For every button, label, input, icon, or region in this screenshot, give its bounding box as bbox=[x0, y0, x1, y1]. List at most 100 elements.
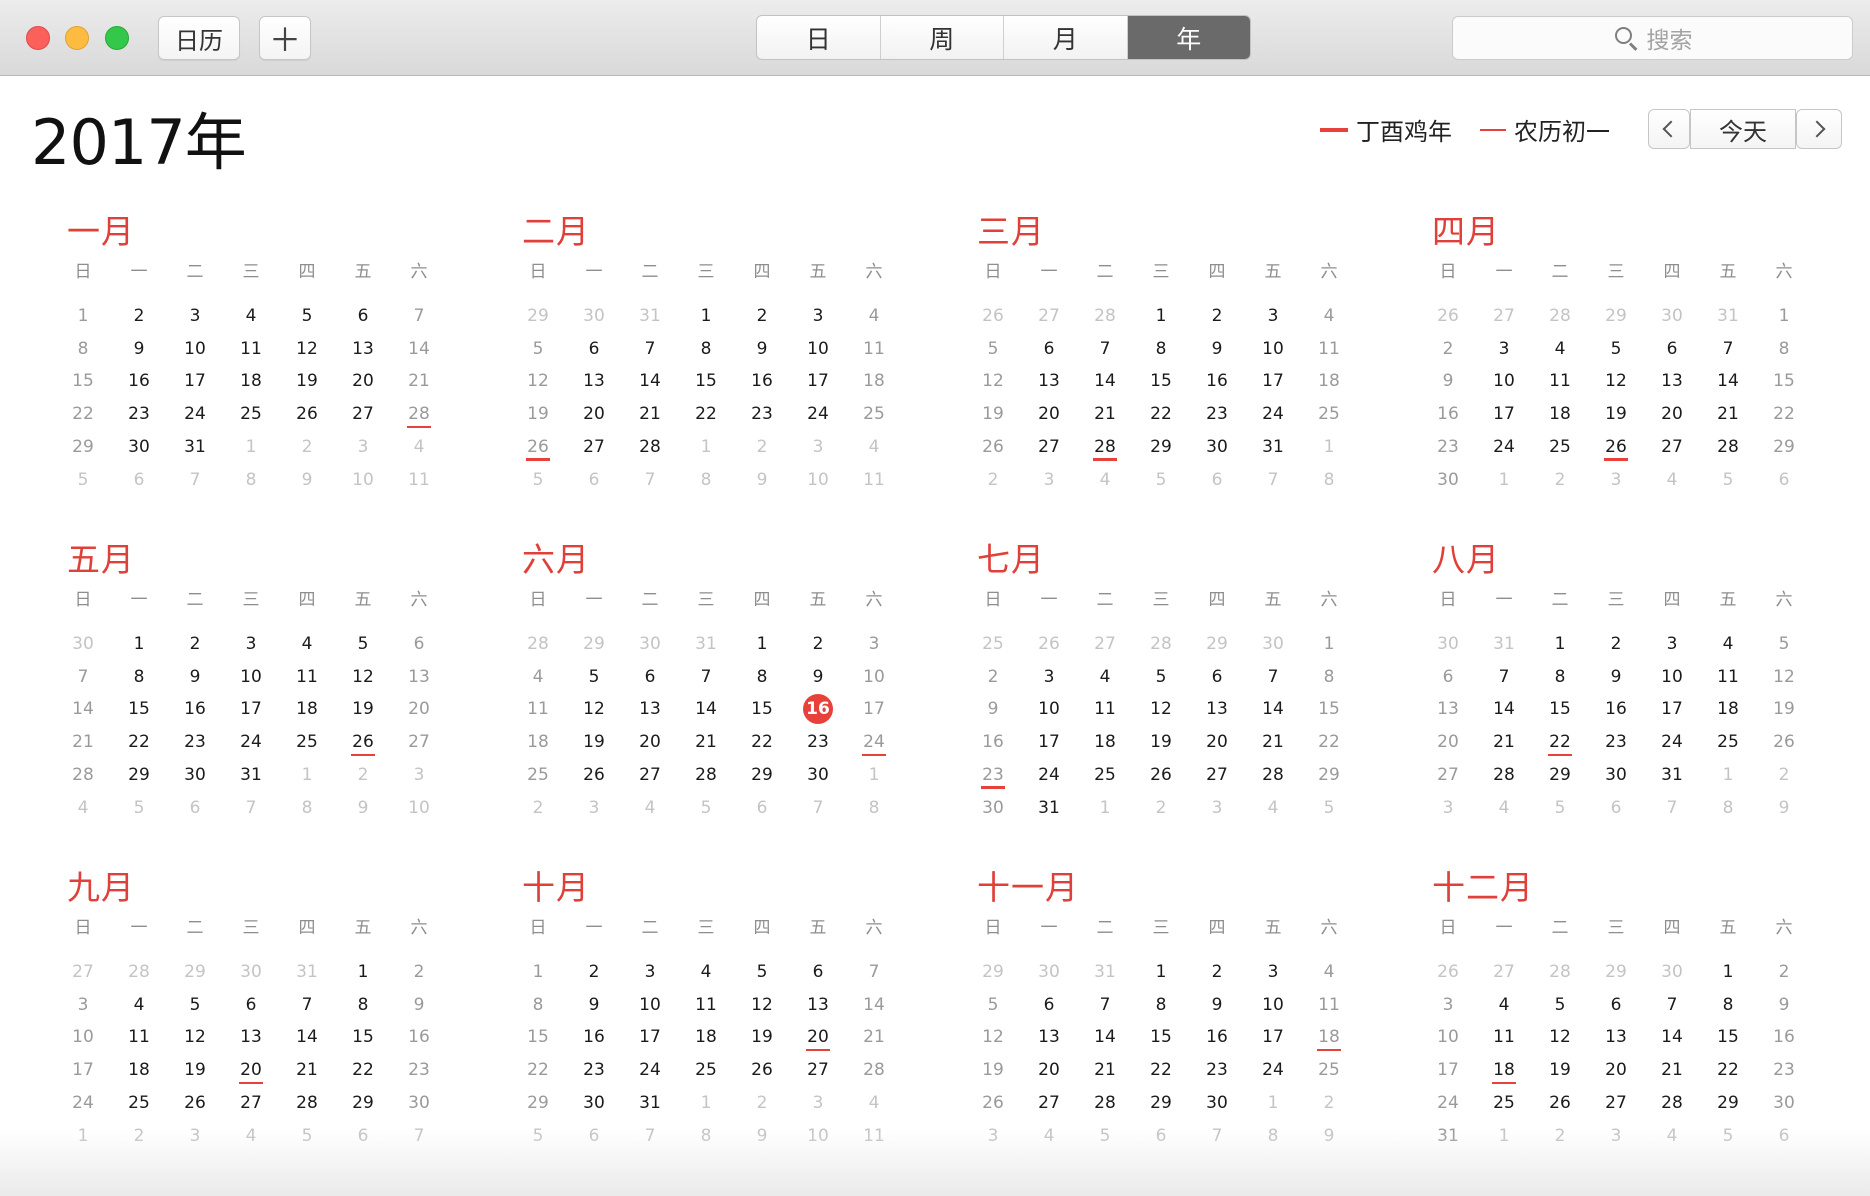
day-cell[interactable]: 17 bbox=[1420, 1055, 1476, 1085]
day-cell[interactable]: 24 bbox=[1420, 1088, 1476, 1118]
adjacent-month-day[interactable]: 5 bbox=[1301, 793, 1357, 823]
adjacent-month-day[interactable]: 5 bbox=[678, 793, 734, 823]
view-tab-week[interactable]: 周 bbox=[881, 16, 1004, 59]
day-cell[interactable]: 8 bbox=[111, 662, 167, 692]
day-cell[interactable]: 1 bbox=[678, 301, 734, 331]
day-cell[interactable]: 23 bbox=[167, 727, 223, 757]
adjacent-month-day[interactable]: 30 bbox=[1644, 957, 1700, 987]
day-cell[interactable]: 19 bbox=[335, 694, 391, 724]
day-cell[interactable]: 13 bbox=[335, 334, 391, 364]
day-cell[interactable]: 26 bbox=[279, 399, 335, 429]
day-cell[interactable]: 17 bbox=[55, 1055, 111, 1085]
day-cell[interactable]: 21 bbox=[678, 727, 734, 757]
adjacent-month-day[interactable]: 1 bbox=[1700, 760, 1756, 790]
adjacent-month-day[interactable]: 2 bbox=[111, 1121, 167, 1151]
day-cell[interactable]: 3 bbox=[223, 629, 279, 659]
day-cell[interactable]: 24 bbox=[846, 727, 902, 757]
adjacent-month-day[interactable]: 28 bbox=[1532, 957, 1588, 987]
day-cell[interactable]: 30 bbox=[1189, 1088, 1245, 1118]
day-cell[interactable]: 5 bbox=[1756, 629, 1812, 659]
day-cell[interactable]: 2 bbox=[391, 957, 447, 987]
month-1[interactable]: 一月日一二三四五六 1 2 3 4 5 6 7 8 9 10 11 12 13 14 15 16 17 18 19 20… bbox=[55, 205, 435, 505]
adjacent-month-day[interactable]: 4 bbox=[846, 432, 902, 462]
day-cell[interactable]: 13 bbox=[391, 662, 447, 692]
day-cell[interactable]: 22 bbox=[1301, 727, 1357, 757]
month-6[interactable]: 六月日一二三四五六 28 29 30 31 1 2 3 4 5 6 7 8 9 10 11 12 13 14 15 16… bbox=[510, 533, 890, 833]
day-cell[interactable]: 2 bbox=[790, 629, 846, 659]
adjacent-month-day[interactable]: 7 bbox=[1189, 1121, 1245, 1151]
adjacent-month-day[interactable]: 1 bbox=[223, 432, 279, 462]
adjacent-month-day[interactable]: 29 bbox=[510, 301, 566, 331]
day-cell[interactable]: 30 bbox=[566, 1088, 622, 1118]
month-8[interactable]: 八月日一二三四五六 30 31 1 2 3 4 5 6 7 8 9 10 11 12 13 14 15 16 17 18… bbox=[1420, 533, 1800, 833]
day-cell[interactable]: 22 bbox=[1532, 727, 1588, 757]
adjacent-month-day[interactable]: 7 bbox=[223, 793, 279, 823]
month-name[interactable]: 十月 bbox=[522, 861, 590, 909]
adjacent-month-day[interactable]: 7 bbox=[790, 793, 846, 823]
day-cell[interactable]: 28 bbox=[1077, 432, 1133, 462]
adjacent-month-day[interactable]: 8 bbox=[846, 793, 902, 823]
day-cell[interactable]: 2 bbox=[111, 301, 167, 331]
day-cell[interactable]: 1 bbox=[1133, 957, 1189, 987]
day-cell[interactable]: 5 bbox=[965, 990, 1021, 1020]
day-cell[interactable]: 26 bbox=[965, 1088, 1021, 1118]
day-cell[interactable]: 28 bbox=[1700, 432, 1756, 462]
day-cell[interactable]: 19 bbox=[167, 1055, 223, 1085]
day-cell[interactable]: 26 bbox=[1532, 1088, 1588, 1118]
adjacent-month-day[interactable]: 4 bbox=[1021, 1121, 1077, 1151]
day-cell[interactable]: 13 bbox=[1021, 1022, 1077, 1052]
day-cell[interactable]: 21 bbox=[622, 399, 678, 429]
day-cell[interactable]: 28 bbox=[391, 399, 447, 429]
day-cell[interactable]: 9 bbox=[391, 990, 447, 1020]
day-cell[interactable]: 23 bbox=[790, 727, 846, 757]
adjacent-month-day[interactable]: 1 bbox=[279, 760, 335, 790]
adjacent-month-day[interactable]: 28 bbox=[111, 957, 167, 987]
day-cell[interactable]: 12 bbox=[335, 662, 391, 692]
day-cell[interactable]: 17 bbox=[790, 366, 846, 396]
adjacent-month-day[interactable]: 3 bbox=[1588, 465, 1644, 495]
day-cell[interactable]: 8 bbox=[1133, 334, 1189, 364]
month-name[interactable]: 八月 bbox=[1432, 533, 1500, 581]
day-cell[interactable]: 21 bbox=[391, 366, 447, 396]
day-cell[interactable]: 28 bbox=[1476, 760, 1532, 790]
adjacent-month-day[interactable]: 2 bbox=[1756, 760, 1812, 790]
day-cell[interactable]: 10 bbox=[846, 662, 902, 692]
adjacent-month-day[interactable]: 31 bbox=[678, 629, 734, 659]
adjacent-month-day[interactable]: 6 bbox=[335, 1121, 391, 1151]
adjacent-month-day[interactable]: 25 bbox=[965, 629, 1021, 659]
day-cell[interactable]: 6 bbox=[1189, 662, 1245, 692]
day-cell[interactable]: 10 bbox=[1245, 990, 1301, 1020]
adjacent-month-day[interactable]: 11 bbox=[846, 1121, 902, 1151]
day-cell[interactable]: 15 bbox=[1532, 694, 1588, 724]
day-cell[interactable]: 1 bbox=[1756, 301, 1812, 331]
day-cell[interactable]: 2 bbox=[1756, 957, 1812, 987]
day-cell[interactable]: 24 bbox=[223, 727, 279, 757]
day-cell[interactable]: 17 bbox=[1245, 366, 1301, 396]
day-cell[interactable]: 28 bbox=[846, 1055, 902, 1085]
adjacent-month-day[interactable]: 1 bbox=[55, 1121, 111, 1151]
day-cell[interactable]: 28 bbox=[622, 432, 678, 462]
day-cell[interactable]: 31 bbox=[1245, 432, 1301, 462]
adjacent-month-day[interactable]: 3 bbox=[167, 1121, 223, 1151]
day-cell[interactable]: 22 bbox=[1756, 399, 1812, 429]
adjacent-month-day[interactable]: 6 bbox=[1756, 1121, 1812, 1151]
adjacent-month-day[interactable]: 2 bbox=[510, 793, 566, 823]
adjacent-month-day[interactable]: 5 bbox=[1532, 793, 1588, 823]
day-cell[interactable]: 15 bbox=[111, 694, 167, 724]
day-cell[interactable]: 7 bbox=[279, 990, 335, 1020]
adjacent-month-day[interactable]: 2 bbox=[734, 432, 790, 462]
day-cell[interactable]: 16 bbox=[965, 727, 1021, 757]
day-cell[interactable]: 5 bbox=[1133, 662, 1189, 692]
adjacent-month-day[interactable]: 6 bbox=[111, 465, 167, 495]
day-cell[interactable]: 26 bbox=[1133, 760, 1189, 790]
day-cell[interactable]: 27 bbox=[1644, 432, 1700, 462]
today-button[interactable]: 今天 bbox=[1690, 109, 1796, 149]
day-cell[interactable]: 16 bbox=[167, 694, 223, 724]
day-cell[interactable]: 19 bbox=[566, 727, 622, 757]
day-cell[interactable]: 4 bbox=[279, 629, 335, 659]
adjacent-month-day[interactable]: 11 bbox=[846, 465, 902, 495]
day-cell[interactable]: 13 bbox=[622, 694, 678, 724]
day-cell[interactable]: 18 bbox=[223, 366, 279, 396]
day-cell[interactable]: 28 bbox=[1077, 1088, 1133, 1118]
adjacent-month-day[interactable]: 1 bbox=[1077, 793, 1133, 823]
